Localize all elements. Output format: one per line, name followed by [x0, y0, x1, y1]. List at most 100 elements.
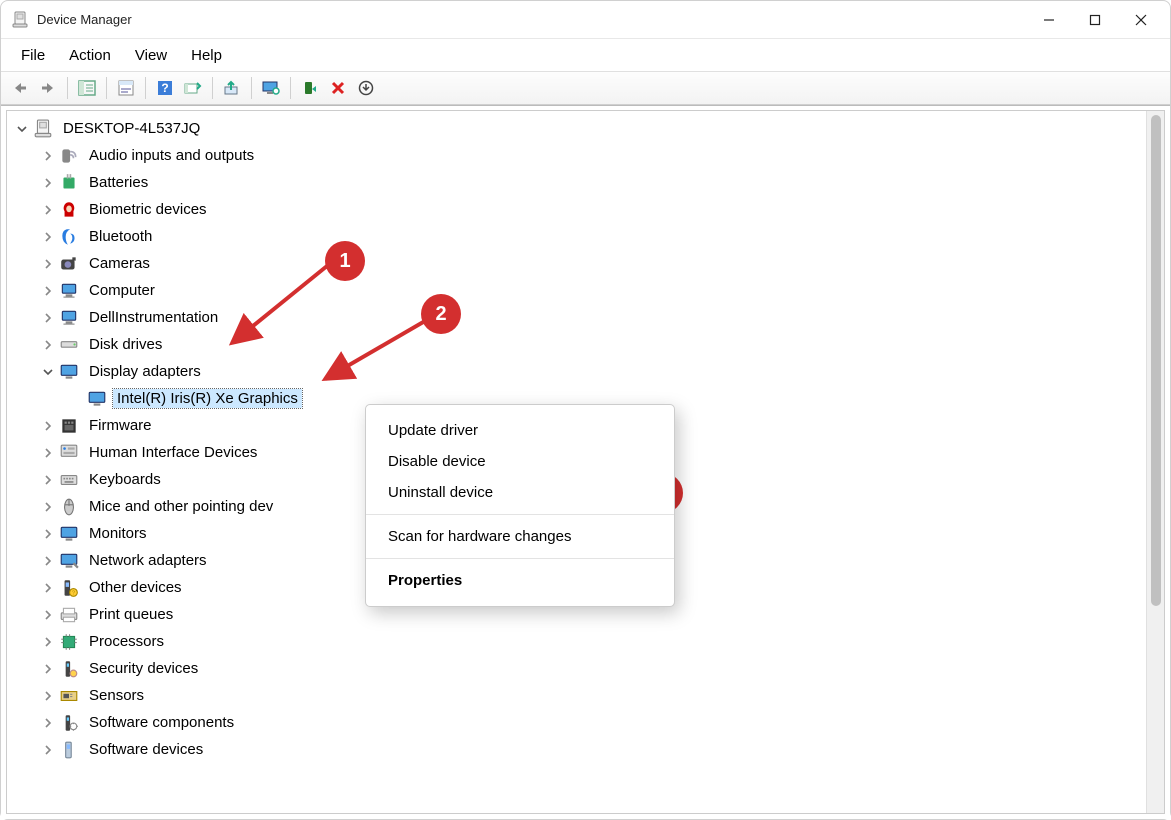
chevron-right-icon[interactable]	[39, 687, 57, 705]
forward-button[interactable]	[35, 75, 61, 101]
ctx-update-driver[interactable]: Update driver	[366, 415, 674, 446]
tree-category[interactable]: Sensors	[7, 682, 1146, 709]
category-icon: ?	[59, 578, 79, 598]
ctx-uninstall-device[interactable]: Uninstall device	[366, 477, 674, 508]
back-button[interactable]	[7, 75, 33, 101]
chevron-right-icon[interactable]	[39, 282, 57, 300]
chevron-right-icon[interactable]	[39, 336, 57, 354]
chevron-right-icon[interactable]	[39, 444, 57, 462]
chevron-right-icon[interactable]	[39, 174, 57, 192]
toolbar: ?	[1, 71, 1170, 105]
chevron-right-icon[interactable]	[39, 255, 57, 273]
properties-icon[interactable]	[113, 75, 139, 101]
update-driver-icon[interactable]	[219, 75, 245, 101]
expander-placeholder	[67, 390, 85, 408]
root-label: DESKTOP-4L537JQ	[59, 119, 204, 138]
scrollbar[interactable]	[1146, 111, 1164, 813]
chevron-right-icon[interactable]	[39, 741, 57, 759]
chevron-right-icon[interactable]	[39, 201, 57, 219]
category-icon	[59, 308, 79, 328]
category-icon	[59, 443, 79, 463]
toolbar-separator	[106, 77, 107, 99]
tree-category[interactable]: Software devices	[7, 736, 1146, 763]
close-button[interactable]	[1118, 4, 1164, 36]
category-icon	[59, 362, 79, 382]
monitor-refresh-icon[interactable]	[258, 75, 284, 101]
chevron-right-icon[interactable]	[39, 606, 57, 624]
tree-root[interactable]: DESKTOP-4L537JQ	[7, 115, 1146, 142]
ctx-disable-device[interactable]: Disable device	[366, 446, 674, 477]
tree-category[interactable]: Audio inputs and outputs	[7, 142, 1146, 169]
tree-category[interactable]: Display adapters	[7, 358, 1146, 385]
chevron-down-icon[interactable]	[39, 363, 57, 381]
chevron-right-icon[interactable]	[39, 228, 57, 246]
ctx-separator	[366, 514, 674, 515]
scan-changes-icon[interactable]	[353, 75, 379, 101]
menu-action[interactable]: Action	[59, 43, 121, 68]
chevron-down-icon[interactable]	[13, 120, 31, 138]
category-icon	[59, 605, 79, 625]
tree-category[interactable]: Cameras	[7, 250, 1146, 277]
category-icon	[59, 524, 79, 544]
help-icon[interactable]: ?	[152, 75, 178, 101]
category-icon	[59, 416, 79, 436]
toolbar-separator	[212, 77, 213, 99]
scan-hardware-icon[interactable]	[180, 75, 206, 101]
category-label: Batteries	[85, 173, 152, 192]
computer-icon	[33, 119, 53, 139]
category-icon	[59, 227, 79, 247]
scrollbar-thumb[interactable]	[1151, 115, 1161, 606]
uninstall-device-icon[interactable]	[325, 75, 351, 101]
tree-category[interactable]: Disk drives	[7, 331, 1146, 358]
menu-help[interactable]: Help	[181, 43, 232, 68]
tree-category[interactable]: Batteries	[7, 169, 1146, 196]
ctx-scan-hardware[interactable]: Scan for hardware changes	[366, 521, 674, 552]
titlebar: Device Manager	[1, 1, 1170, 39]
chevron-right-icon[interactable]	[39, 147, 57, 165]
chevron-right-icon[interactable]	[39, 579, 57, 597]
chevron-right-icon[interactable]	[39, 309, 57, 327]
menu-view[interactable]: View	[125, 43, 177, 68]
category-icon	[59, 740, 79, 760]
show-hide-icon[interactable]	[74, 75, 100, 101]
chevron-right-icon[interactable]	[39, 471, 57, 489]
tree-category[interactable]: Security devices	[7, 655, 1146, 682]
device-tree[interactable]: DESKTOP-4L537JQ Audio inputs and outputs…	[7, 111, 1146, 813]
category-icon	[59, 281, 79, 301]
tree-category[interactable]: Processors	[7, 628, 1146, 655]
category-label: Display adapters	[85, 362, 205, 381]
window-controls	[1026, 4, 1164, 36]
chevron-right-icon[interactable]	[39, 552, 57, 570]
category-icon	[59, 200, 79, 220]
minimize-button[interactable]	[1026, 4, 1072, 36]
ctx-separator	[366, 558, 674, 559]
category-icon	[59, 659, 79, 679]
category-label: Audio inputs and outputs	[85, 146, 258, 165]
svg-text:?: ?	[161, 81, 168, 95]
enable-device-icon[interactable]	[297, 75, 323, 101]
ctx-properties[interactable]: Properties	[366, 565, 674, 596]
category-label: Disk drives	[85, 335, 166, 354]
chevron-right-icon[interactable]	[39, 714, 57, 732]
chevron-right-icon[interactable]	[39, 417, 57, 435]
maximize-button[interactable]	[1072, 4, 1118, 36]
chevron-right-icon[interactable]	[39, 633, 57, 651]
menu-file[interactable]: File	[11, 43, 55, 68]
category-label: Human Interface Devices	[85, 443, 261, 462]
svg-text:?: ?	[72, 590, 75, 596]
tree-category[interactable]: Biometric devices	[7, 196, 1146, 223]
tree-category[interactable]: DellInstrumentation	[7, 304, 1146, 331]
category-label: Monitors	[85, 524, 151, 543]
chevron-right-icon[interactable]	[39, 498, 57, 516]
category-icon	[59, 632, 79, 652]
chevron-right-icon[interactable]	[39, 660, 57, 678]
tree-category[interactable]: Computer	[7, 277, 1146, 304]
category-icon	[59, 254, 79, 274]
toolbar-separator	[251, 77, 252, 99]
category-label: Processors	[85, 632, 168, 651]
tree-category[interactable]: Bluetooth	[7, 223, 1146, 250]
toolbar-separator	[290, 77, 291, 99]
category-icon	[59, 470, 79, 490]
tree-category[interactable]: Software components	[7, 709, 1146, 736]
chevron-right-icon[interactable]	[39, 525, 57, 543]
